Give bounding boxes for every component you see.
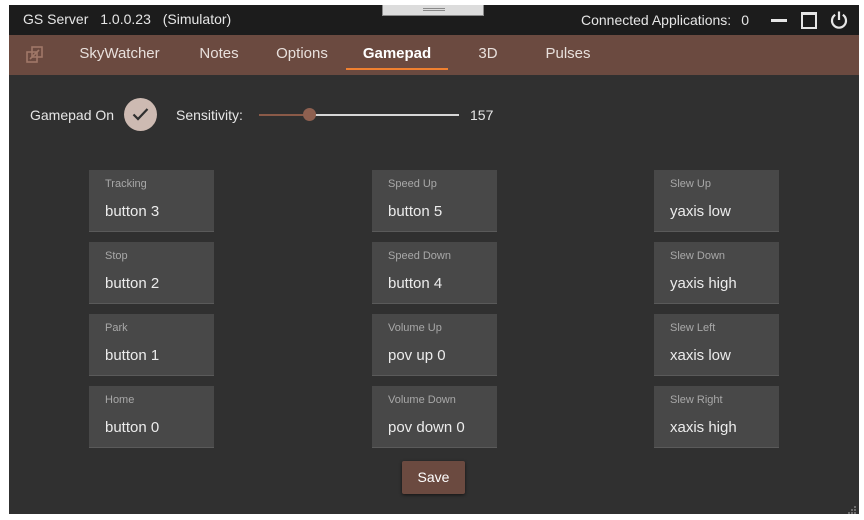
field-label: Speed Up xyxy=(388,178,437,190)
slew-left-field[interactable]: Slew Left xaxis low xyxy=(654,314,779,376)
drag-handle[interactable] xyxy=(382,5,484,16)
field-value: pov up 0 xyxy=(388,347,446,364)
sensitivity-slider-fill xyxy=(259,114,309,116)
speed-up-field[interactable]: Speed Up button 5 xyxy=(372,170,497,232)
field-label: Volume Up xyxy=(388,322,442,334)
field-label: Volume Down xyxy=(388,394,456,406)
field-label: Slew Down xyxy=(670,250,726,262)
field-value: yaxis high xyxy=(670,275,737,292)
park-field[interactable]: Park button 1 xyxy=(89,314,214,376)
active-tab-indicator xyxy=(346,68,448,70)
field-value: button 2 xyxy=(105,275,160,292)
gamepad-on-label: Gamepad On xyxy=(30,107,115,123)
tab-3d[interactable]: 3D xyxy=(458,45,518,75)
telescope-icon[interactable] xyxy=(25,45,45,65)
power-icon[interactable] xyxy=(829,10,849,30)
connected-apps-count: 0 xyxy=(741,12,749,28)
volume-down-field[interactable]: Volume Down pov down 0 xyxy=(372,386,497,448)
volume-up-field[interactable]: Volume Up pov up 0 xyxy=(372,314,497,376)
field-value: button 3 xyxy=(105,203,160,220)
sensitivity-slider-thumb[interactable] xyxy=(303,108,316,121)
gamepad-on-toggle[interactable] xyxy=(124,98,157,131)
field-label: Slew Left xyxy=(670,322,716,334)
tab-skywatcher[interactable]: SkyWatcher xyxy=(69,45,170,75)
sensitivity-value: 157 xyxy=(470,107,494,123)
home-field[interactable]: Home button 0 xyxy=(89,386,214,448)
field-value: xaxis low xyxy=(670,347,731,364)
app-window: GS Server 1.0.0.23 (Simulator) Connected… xyxy=(9,5,859,514)
check-icon xyxy=(132,108,149,121)
slew-down-field[interactable]: Slew Down yaxis high xyxy=(654,242,779,304)
field-value: yaxis low xyxy=(670,203,731,220)
gamepad-settings-panel: Gamepad On Sensitivity: 157 Tracking but… xyxy=(9,75,859,514)
app-name: GS Server xyxy=(23,11,89,27)
slew-right-field[interactable]: Slew Right xaxis high xyxy=(654,386,779,448)
app-version: 1.0.0.23 xyxy=(100,11,151,27)
speed-down-field[interactable]: Speed Down button 4 xyxy=(372,242,497,304)
tab-bar: SkyWatcher Notes Options Gamepad 3D Puls… xyxy=(9,35,859,75)
field-value: pov down 0 xyxy=(388,419,465,436)
tab-gamepad[interactable]: Gamepad xyxy=(346,45,448,75)
field-value: button 0 xyxy=(105,419,160,436)
field-value: button 1 xyxy=(105,347,160,364)
stop-field[interactable]: Stop button 2 xyxy=(89,242,214,304)
field-label: Speed Down xyxy=(388,250,451,262)
slew-up-field[interactable]: Slew Up yaxis low xyxy=(654,170,779,232)
field-label: Home xyxy=(105,394,135,406)
resize-grip-icon[interactable] xyxy=(847,502,857,514)
save-button[interactable]: Save xyxy=(402,461,465,494)
maximize-icon[interactable] xyxy=(799,10,819,30)
sensitivity-slider[interactable] xyxy=(259,108,459,121)
field-label: Tracking xyxy=(105,178,147,190)
tab-notes[interactable]: Notes xyxy=(180,45,258,75)
field-label: Slew Up xyxy=(670,178,711,190)
field-label: Stop xyxy=(105,250,128,262)
field-label: Slew Right xyxy=(670,394,723,406)
title-bar[interactable]: GS Server 1.0.0.23 (Simulator) Connected… xyxy=(9,5,859,35)
app-mode: (Simulator) xyxy=(162,11,232,27)
minimize-icon[interactable] xyxy=(769,10,789,30)
field-label: Park xyxy=(105,322,128,334)
tab-options[interactable]: Options xyxy=(268,45,336,75)
field-value: button 4 xyxy=(388,275,443,292)
app-title: GS Server 1.0.0.23 (Simulator) xyxy=(23,11,239,27)
connected-apps-label: Connected Applications: xyxy=(580,12,732,28)
field-value: button 5 xyxy=(388,203,443,220)
sensitivity-label: Sensitivity: xyxy=(176,107,243,123)
title-bar-controls: Connected Applications: 0 xyxy=(581,10,849,30)
field-value: xaxis high xyxy=(670,419,737,436)
tab-pulses[interactable]: Pulses xyxy=(528,45,608,75)
tracking-field[interactable]: Tracking button 3 xyxy=(89,170,214,232)
